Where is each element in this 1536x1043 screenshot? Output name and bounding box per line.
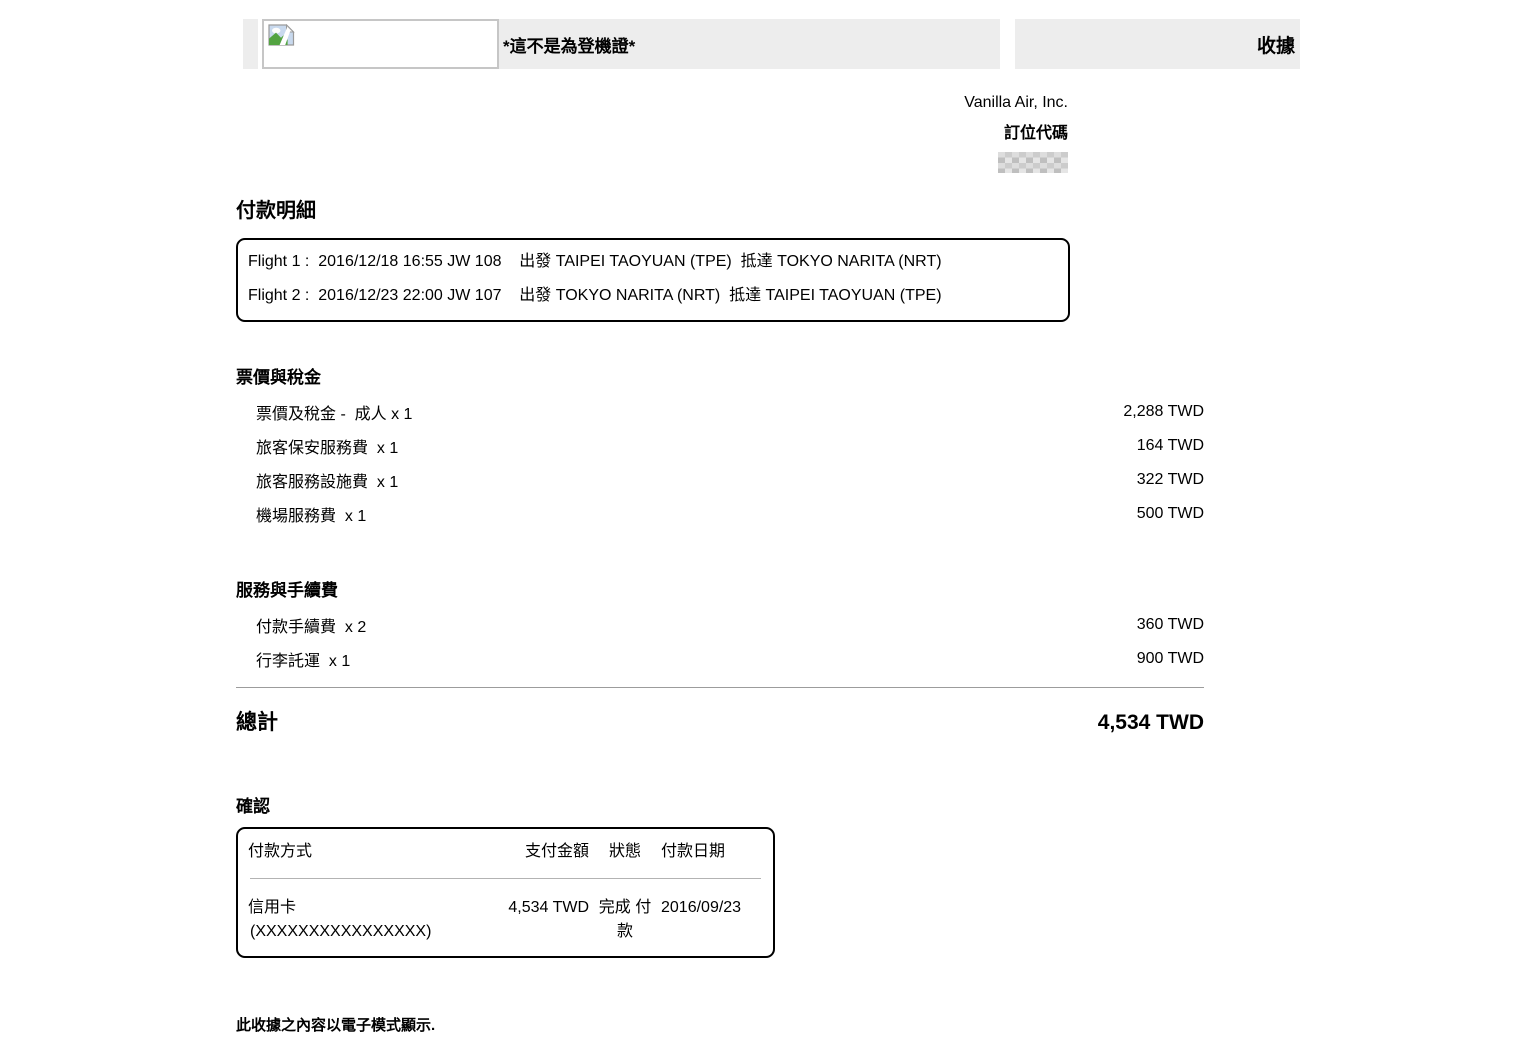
fare-label: 旅客服務設施費 x 1 [256, 468, 398, 492]
broken-image-icon [268, 24, 295, 46]
confirmation-title: 確認 [236, 797, 1536, 816]
fares-section-title: 票價與稅金 [236, 368, 1536, 387]
service-amount: 900 TWD [1137, 650, 1204, 668]
logo-image-placeholder [262, 19, 499, 69]
service-label: 行李託運 x 1 [256, 647, 350, 671]
confirmation-header-row: 付款方式 支付金額 狀態 付款日期 [248, 841, 763, 863]
fare-row: 旅客服務設施費 x 1 322 TWD [236, 463, 1204, 497]
fare-label: 票價及稅金 - 成人 x 1 [256, 400, 412, 424]
receipt-title: 收據 [1015, 19, 1300, 69]
fare-amount: 164 TWD [1137, 437, 1204, 455]
payment-amount-value: 4,534 TWD [492, 896, 589, 944]
payment-details-title: 付款明細 [236, 200, 1536, 223]
booking-code-redacted [998, 152, 1068, 173]
payment-card-number-masked: (XXXXXXXXXXXXXXXX) [248, 923, 431, 940]
header-gap-2 [1000, 19, 1015, 69]
confirmation-header-divider [250, 878, 761, 879]
total-row: 總計 4,534 TWD [236, 711, 1204, 735]
header-bar: *這不是為登機證* 收據 [243, 19, 1300, 69]
fare-row: 旅客保安服務費 x 1 164 TWD [236, 429, 1204, 463]
flight-1-line: Flight 1 : 2016/12/18 16:55 JW 108 出發 TA… [248, 245, 1062, 279]
service-row: 付款手續費 x 2 360 TWD [236, 608, 1204, 642]
not-boarding-pass-notice: *這不是為登機證* [499, 19, 1000, 69]
total-amount: 4,534 TWD [1098, 711, 1204, 735]
confirmation-data-row: 信用卡 (XXXXXXXXXXXXXXXX) 4,534 TWD 完成 付款 2… [248, 896, 763, 944]
col-payment-method: 付款方式 [248, 841, 484, 863]
fare-row: 機場服務費 x 1 500 TWD [236, 497, 1204, 531]
booking-code-label: 訂位代碼 [236, 118, 1068, 149]
issuer-block: Vanilla Air, Inc. 訂位代碼 [236, 87, 1068, 178]
fare-label: 旅客保安服務費 x 1 [256, 434, 398, 458]
payment-method-value: 信用卡 (XXXXXXXXXXXXXXXX) [248, 896, 484, 944]
total-label: 總計 [236, 711, 278, 735]
fares-rows: 票價及稅金 - 成人 x 1 2,288 TWD 旅客保安服務費 x 1 164… [236, 395, 1204, 531]
services-rows: 付款手續費 x 2 360 TWD 行李託運 x 1 900 TWD [236, 608, 1204, 676]
col-status: 狀態 [597, 841, 653, 863]
payment-date-value: 2016/09/23 [661, 896, 763, 944]
fare-row: 票價及稅金 - 成人 x 1 2,288 TWD [236, 395, 1204, 429]
payment-status-value: 完成 付款 [597, 896, 653, 944]
fare-amount: 500 TWD [1137, 505, 1204, 523]
col-amount-paid: 支付金額 [492, 841, 589, 863]
total-divider [236, 687, 1204, 688]
company-name: Vanilla Air, Inc. [236, 87, 1068, 118]
fare-label: 機場服務費 x 1 [256, 502, 366, 526]
service-amount: 360 TWD [1137, 616, 1204, 634]
flight-2-line: Flight 2 : 2016/12/23 22:00 JW 107 出發 TO… [248, 279, 1062, 313]
header-left-strip [243, 19, 258, 69]
service-label: 付款手續費 x 2 [256, 613, 366, 637]
fare-amount: 2,288 TWD [1123, 403, 1204, 421]
flight-summary-box: Flight 1 : 2016/12/18 16:55 JW 108 出發 TA… [236, 238, 1070, 322]
service-row: 行李託運 x 1 900 TWD [236, 642, 1204, 676]
services-section-title: 服務與手續費 [236, 581, 1536, 600]
confirmation-box: 付款方式 支付金額 狀態 付款日期 信用卡 (XXXXXXXXXXXXXXXX)… [236, 827, 775, 958]
fare-amount: 322 TWD [1137, 471, 1204, 489]
electronic-receipt-note: 此收據之內容以電子模式顯示. [236, 1014, 1536, 1035]
payment-method-type: 信用卡 [248, 899, 296, 916]
col-payment-date: 付款日期 [661, 841, 763, 863]
